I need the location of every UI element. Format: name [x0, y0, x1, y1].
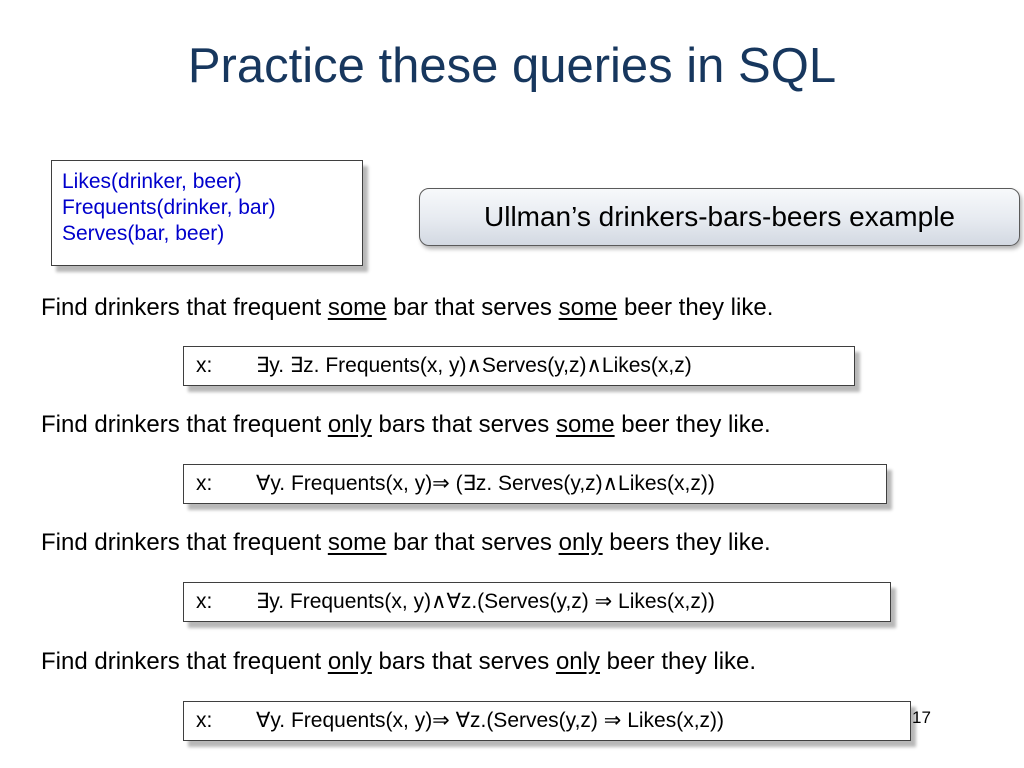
question-1-prefix: Find drinkers that frequent	[41, 294, 328, 321]
formula-2-var: x:	[196, 472, 213, 495]
question-3-quantifier-bar: some	[327, 529, 387, 556]
formula-2-text: ∀y. Frequents(x, y)⇒ (∃z. Serves(y,z)∧Li…	[256, 472, 715, 495]
schema-frequents: Frequents(drinker, bar)	[62, 196, 276, 219]
question-4-quantifier-bar: only	[327, 648, 372, 675]
formula-3-var: x:	[196, 590, 213, 613]
question-2-quantifier-bar: only	[327, 411, 372, 438]
question-2: Find drinkers that frequent only bars th…	[41, 411, 771, 439]
question-4-suffix: beer they like.	[599, 648, 757, 675]
formula-1-var: x:	[196, 354, 213, 377]
question-2-suffix: beer they like.	[614, 411, 771, 438]
question-1-quantifier-beer: some	[558, 294, 618, 321]
question-2-prefix: Find drinkers that frequent	[41, 411, 328, 438]
schema-box: Likes(drinker, beer) Frequents(drinker, …	[51, 160, 363, 266]
formula-1: x: ∃y. ∃z. Frequents(x, y)∧Serves(y,z)∧Li…	[183, 346, 855, 386]
question-1-quantifier-bar: some	[327, 294, 387, 321]
page-number: 17	[912, 708, 931, 727]
question-4-quantifier-beer: only	[555, 648, 600, 675]
question-1: Find drinkers that frequent some bar tha…	[41, 294, 773, 322]
formula-3: x: ∃y. Frequents(x, y)∧∀z.(Serves(y,z) ⇒ …	[183, 582, 891, 622]
question-3: Find drinkers that frequent some bar tha…	[41, 529, 771, 557]
slide-title: Practice these queries in SQL	[187, 39, 837, 93]
question-3-suffix: beers they like.	[602, 529, 771, 556]
question-1-middle: bar that serves	[386, 294, 559, 321]
question-3-middle: bar that serves	[386, 529, 559, 556]
formula-2: x: ∀y. Frequents(x, y)⇒ (∃z. Serves(y,z)∧…	[183, 464, 887, 504]
formula-3-text: ∃y. Frequents(x, y)∧∀z.(Serves(y,z) ⇒ Li…	[256, 590, 715, 613]
question-2-middle: bars that serves	[371, 411, 556, 438]
example-callout: Ullman’s drinkers-bars-beers example	[419, 188, 1020, 246]
question-4: Find drinkers that frequent only bars th…	[41, 648, 756, 676]
formula-4-text: ∀y. Frequents(x, y)⇒ ∀z.(Serves(y,z) ⇒ L…	[256, 709, 725, 732]
question-2-quantifier-beer: some	[555, 411, 615, 438]
slide: Practice these queries in SQL Likes(drin…	[0, 0, 1024, 768]
formula-1-text: ∃y. ∃z. Frequents(x, y)∧Serves(y,z)∧Like…	[256, 354, 692, 377]
question-1-suffix: beer they like.	[617, 294, 774, 321]
question-4-prefix: Find drinkers that frequent	[41, 648, 328, 675]
schema-serves: Serves(bar, beer)	[62, 222, 225, 245]
question-3-prefix: Find drinkers that frequent	[41, 529, 328, 556]
question-3-quantifier-beer: only	[558, 529, 603, 556]
question-4-middle: bars that serves	[371, 648, 556, 675]
formula-4-var: x:	[196, 709, 213, 732]
schema-likes: Likes(drinker, beer)	[62, 170, 242, 193]
formula-4: x: ∀y. Frequents(x, y)⇒ ∀z.(Serves(y,z) ⇒…	[183, 701, 911, 741]
